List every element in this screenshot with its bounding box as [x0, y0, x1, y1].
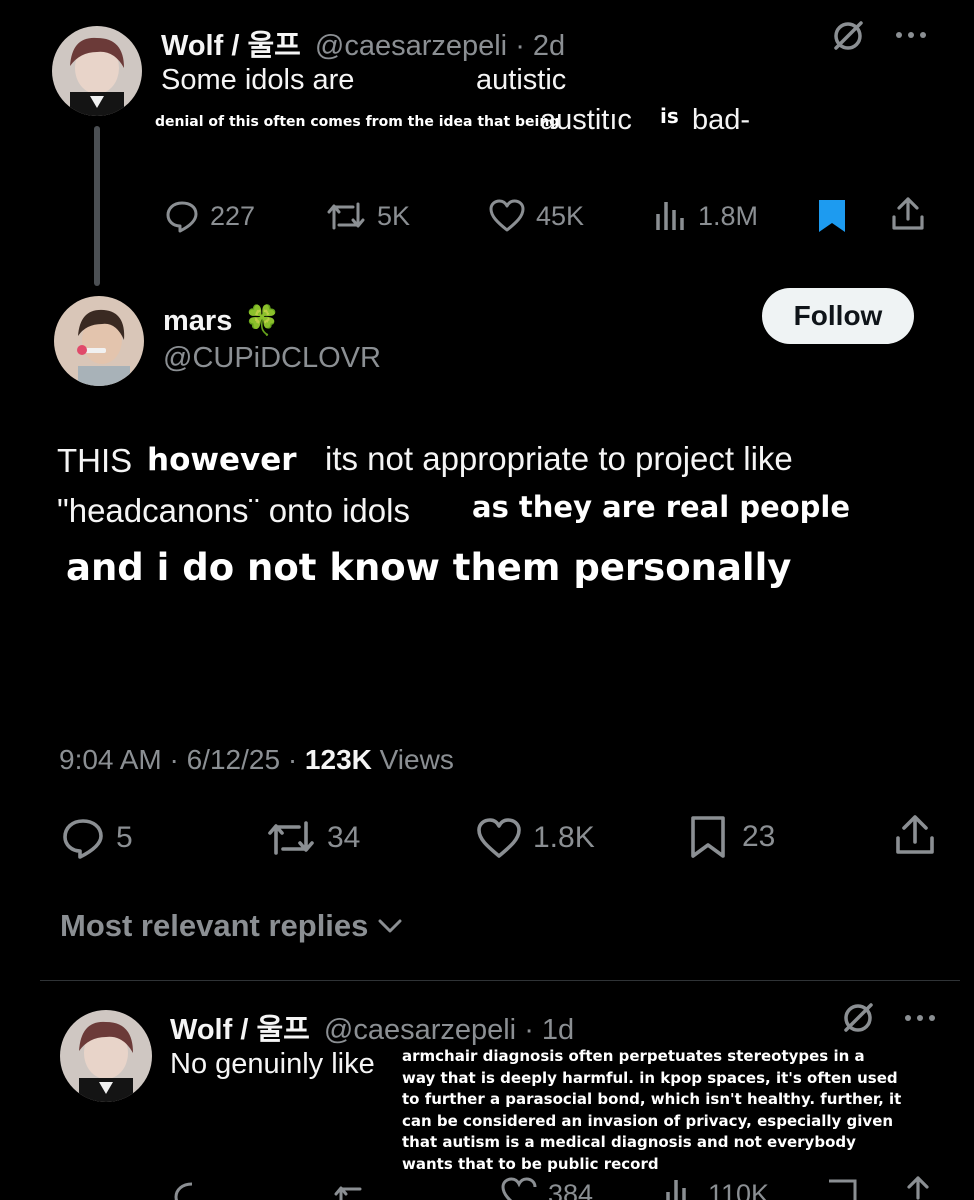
tweet-text-line2: "headcanons¨ onto idols [57, 492, 410, 529]
overlay-note: denial of this often comes from the idea… [155, 114, 560, 130]
repost-button[interactable]: 34 [265, 816, 360, 860]
more-options-icon[interactable] [902, 1008, 938, 1033]
replies-sort-label: Most relevant replies [60, 908, 369, 943]
views-label: Views [379, 744, 454, 775]
tweet-text-bad: bad- [692, 104, 751, 136]
views-button[interactable]: 110K [664, 1176, 769, 1200]
overlay-is: is [660, 104, 679, 128]
overlay-note: armchair diagnosis often perpetuates ste… [402, 1046, 901, 1175]
repost-count: 34 [327, 821, 361, 854]
reply-button[interactable]: 5 [60, 816, 133, 860]
overlay-line: way that is deeply harmful. in kpop spac… [402, 1068, 898, 1087]
author-name[interactable]: Wolf / 울프 [170, 1014, 310, 1046]
replies-sort-selector[interactable]: Most relevant replies [60, 908, 404, 944]
clover-emoji: 🍀 [244, 305, 281, 337]
overlay-line: can be considered an invasion of privacy… [402, 1111, 894, 1130]
like-count: 1.8K [533, 821, 595, 854]
reply-text: No genuinly like [170, 1048, 375, 1080]
repost-icon [334, 1186, 362, 1200]
heart-icon [477, 818, 521, 858]
follow-button[interactable]: Follow [762, 288, 914, 344]
like-button[interactable]: 384 [500, 1176, 593, 1200]
post-timestamp[interactable]: 9:04 AM · 6/12/25 · [59, 744, 297, 775]
share-button[interactable] [900, 1174, 936, 1200]
tweet-text-word: autistic [476, 64, 567, 96]
views-icon [666, 1180, 686, 1200]
author-name[interactable]: mars [163, 305, 232, 337]
grok-icon[interactable] [830, 18, 866, 59]
repost-button[interactable]: 5K [325, 198, 410, 234]
reply-count: 227 [210, 200, 256, 231]
repost-count: 5K [377, 200, 411, 231]
reply-icon [166, 201, 198, 233]
tweet-text-line1: Some idols are [161, 64, 355, 96]
main-tweet: mars 🍀 @CUPiDCLOVR Follow THIS however i… [0, 280, 974, 920]
overlay-line: armchair diagnosis often perpetuates ste… [402, 1047, 865, 1065]
overlay-line: that autism is a medical diagnosis and n… [402, 1133, 856, 1151]
bookmark-button[interactable] [826, 1178, 858, 1200]
more-options-icon[interactable] [893, 25, 929, 50]
reply-icon [174, 1182, 193, 1200]
reply-button[interactable]: 227 [164, 198, 255, 234]
repost-icon [268, 821, 314, 855]
author-handle[interactable]: @CUPiDCLOVR [163, 342, 381, 375]
like-count: 45K [536, 200, 585, 231]
tweet-text-rest1: its not appropriate to project like [325, 440, 793, 477]
post-time[interactable]: · 1d [524, 1014, 574, 1046]
like-button[interactable]: 1.8K [475, 816, 595, 860]
overlay-however: however [147, 442, 297, 478]
heart-icon [501, 1177, 537, 1200]
grok-icon[interactable] [840, 1000, 876, 1041]
share-icon [896, 815, 934, 854]
author-handle[interactable]: @caesarzepeli [315, 30, 507, 62]
avatar[interactable] [52, 26, 142, 116]
overlay-personally: and i do not know them personally [66, 546, 792, 589]
overlay-line: to further a parasocial bond, which isn'… [402, 1090, 902, 1108]
like-count: 384 [548, 1178, 594, 1200]
avatar[interactable] [54, 296, 144, 386]
views-count: 1.8M [698, 200, 759, 231]
bookmark-button[interactable] [816, 197, 848, 235]
chevron-down-icon [378, 919, 402, 933]
tweet-text-austitic: austitıc [540, 104, 632, 136]
divider [40, 980, 960, 981]
heart-icon [489, 199, 525, 232]
views-count: 110K [708, 1178, 770, 1200]
share-icon [907, 1176, 929, 1200]
reply-tweet[interactable]: Wolf / 울프 @caesarzepeli · 1d No genuinly… [0, 990, 974, 1200]
reply-button[interactable] [172, 1180, 212, 1200]
share-button[interactable] [890, 195, 926, 233]
views-icon [656, 202, 684, 230]
post-time[interactable]: · 2d [515, 30, 565, 62]
bookmark-button[interactable]: 23 [688, 814, 775, 860]
share-icon [892, 197, 924, 230]
repost-icon [327, 202, 365, 230]
avatar[interactable] [60, 1010, 152, 1102]
like-button[interactable]: 45K [488, 198, 584, 234]
overlay-real-people: as they are real people [472, 490, 851, 524]
bookmark-count: 23 [742, 820, 776, 853]
share-button[interactable] [893, 812, 937, 858]
overlay-line: wants that to be public record [402, 1154, 659, 1173]
views-button[interactable]: 1.8M [654, 198, 758, 234]
author-handle[interactable]: @caesarzepeli [324, 1014, 516, 1046]
repost-button[interactable] [332, 1180, 374, 1200]
reply-icon [63, 819, 103, 859]
bookmark-icon [829, 1179, 857, 1200]
bookmark-filled-icon [819, 200, 845, 232]
thread-line [94, 126, 100, 286]
bookmark-icon [691, 816, 725, 858]
original-tweet[interactable]: Wolf / 울프 @caesarzepeli · 2d Some idols … [0, 0, 974, 286]
tweet-text-this: THIS [57, 442, 133, 479]
author-name[interactable]: Wolf / 울프 [161, 30, 301, 62]
views-count: 123K [304, 744, 372, 775]
reply-count: 5 [116, 821, 133, 854]
